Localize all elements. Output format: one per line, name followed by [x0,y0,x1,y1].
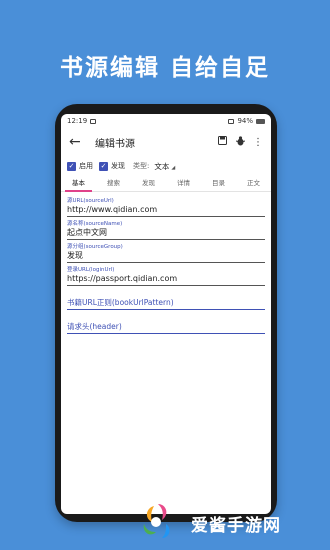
tab-bar: 基本 搜索 发现 详情 目录 正文 [61,176,271,192]
status-bar: 12:19 94% [61,114,271,128]
battery-percent: 94% [237,117,253,125]
header-input[interactable]: 请求头(header) [67,320,265,334]
source-url-input[interactable]: http://www.qidian.com [67,203,265,217]
source-name-field: 源名称(sourceName) 起点中文网 [67,219,265,240]
save-icon[interactable] [213,136,231,148]
edit-form: 源URL(sourceUrl) http://www.qidian.com 源名… [61,192,271,334]
tab-basic[interactable]: 基本 [61,176,96,192]
back-arrow-icon[interactable]: ← [69,134,87,150]
banner-title: 书源编辑 自给自足 [59,55,270,81]
book-url-pattern-field: 书籍URL正则(bookUrlPattern) [67,296,265,310]
status-time: 12:19 [67,117,88,125]
page-title: 编辑书源 [95,138,135,150]
app-bar: ← 编辑书源 ⋮ [61,128,271,156]
type-label: 类型: [133,162,150,170]
checkbox-checked-icon[interactable]: ✓ [99,161,108,171]
field-label: 登录URL(loginUrl) [67,267,115,273]
image-notification-icon [90,118,97,124]
source-group-input[interactable]: 发现 [67,249,265,263]
dropdown-arrow-icon: ◢ [171,165,176,171]
book-url-pattern-input[interactable]: 书籍URL正则(bookUrlPattern) [67,296,265,310]
source-group-field: 源分组(sourceGroup) 发现 [67,242,265,263]
more-vert-icon[interactable]: ⋮ [249,137,267,148]
field-label: 源名称(sourceName) [67,221,123,227]
type-value: 文本 [154,161,170,171]
enabled-label: 启用 [79,162,93,170]
tab-toc[interactable]: 目录 [201,176,236,191]
checkbox-checked-icon[interactable]: ✓ [67,161,76,171]
tab-discover[interactable]: 发现 [131,176,166,191]
source-name-input[interactable]: 起点中文网 [67,226,265,240]
watermark-text: 爱酱手游网 [191,515,281,536]
field-label: 源分组(sourceGroup) [67,244,123,250]
phone-screen: 12:19 94% ← 编辑书源 ⋮ ✓ 启用 ✓ 发现 类型: 文本 ◢ 基本… [61,114,271,514]
login-url-input[interactable]: https://passport.qidian.com [67,272,265,286]
options-row: ✓ 启用 ✓ 发现 类型: 文本 ◢ [61,156,271,176]
tab-detail[interactable]: 详情 [166,176,201,191]
tab-content[interactable]: 正文 [236,176,271,191]
phone-frame: 12:19 94% ← 编辑书源 ⋮ ✓ 启用 ✓ 发现 类型: 文本 ◢ 基本… [55,104,277,522]
signal-icon [228,118,235,124]
source-url-field: 源URL(sourceUrl) http://www.qidian.com [67,196,265,217]
header-field: 请求头(header) [67,320,265,334]
tab-search[interactable]: 搜索 [96,176,131,191]
discover-label: 发现 [111,162,125,170]
watermark-flower-icon [143,504,170,538]
bug-icon[interactable] [231,135,249,149]
battery-icon [256,118,265,124]
watermark-logo: 爱酱手游网 [136,502,281,544]
field-label: 源URL(sourceUrl) [67,198,114,204]
type-select[interactable]: 文本 ◢ [154,161,175,172]
login-url-field: 登录URL(loginUrl) https://passport.qidian.… [67,265,265,286]
